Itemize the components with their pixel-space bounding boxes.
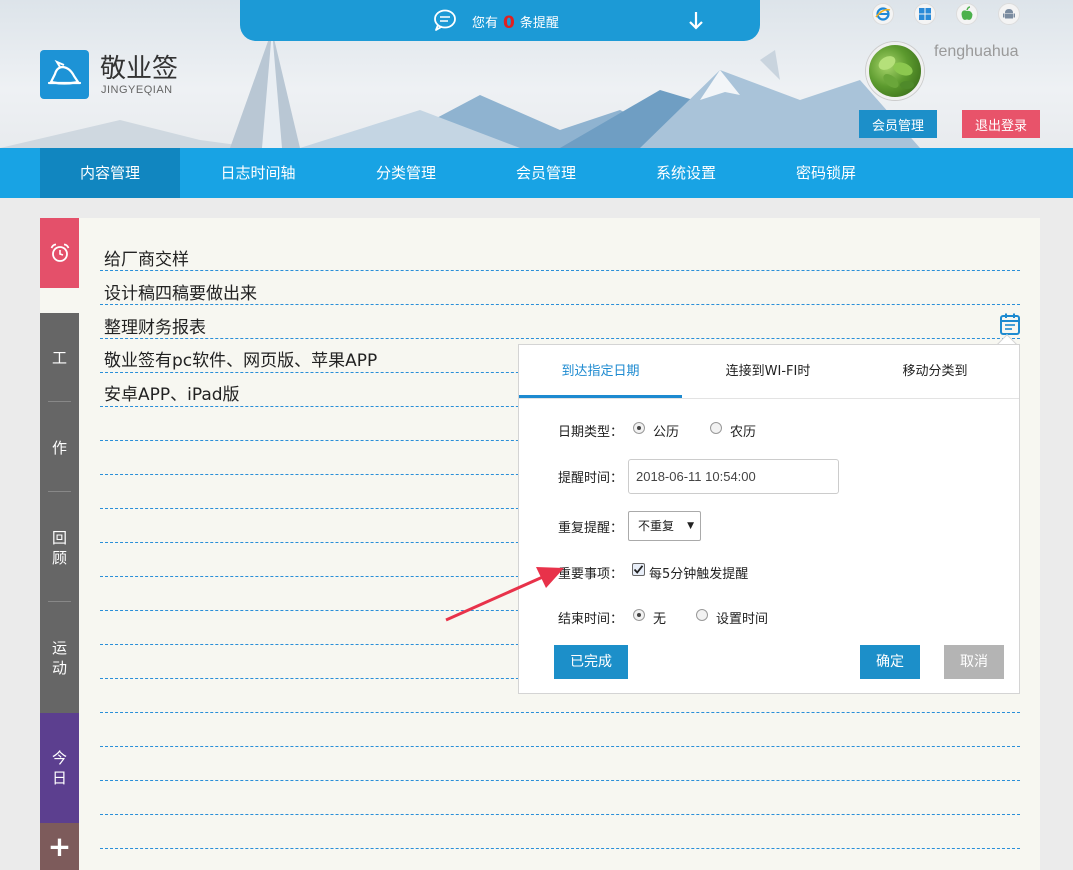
avatar[interactable] xyxy=(866,42,924,100)
nav-content-management[interactable]: 内容管理 xyxy=(40,148,180,198)
solar-calendar-label: 公历 xyxy=(653,425,680,440)
row-divider xyxy=(100,712,1020,713)
end-none-label: 无 xyxy=(653,612,667,627)
nav-log-timeline[interactable]: 日志时间轴 xyxy=(188,148,328,198)
down-arrow-icon[interactable] xyxy=(686,10,706,32)
sidebar-divider xyxy=(48,401,71,402)
reminder-suffix: 条提醒 xyxy=(519,16,559,31)
remind-time-label: 提醒时间： xyxy=(558,471,624,486)
sidebar-label-zuo: 作 xyxy=(51,439,67,457)
calendar-icon[interactable] xyxy=(999,312,1021,336)
completed-button[interactable]: 已完成 xyxy=(554,645,628,679)
ie-icon[interactable] xyxy=(872,3,894,25)
nav-member-management[interactable]: 会员管理 xyxy=(476,148,616,198)
sidebar-label-review: 回顾 xyxy=(51,529,67,567)
reminder-bar[interactable]: 您有 0 条提醒 xyxy=(240,0,760,41)
tab-specified-date[interactable]: 到达指定日期 xyxy=(519,345,682,398)
confirm-button[interactable]: 确定 xyxy=(860,645,920,679)
add-button[interactable]: + xyxy=(40,823,79,870)
cancel-button[interactable]: 取消 xyxy=(944,645,1004,679)
sidebar-reminder[interactable] xyxy=(40,218,79,288)
tab-wifi[interactable]: 连接到WI-FI时 xyxy=(685,345,851,398)
reminder-text: 您有 0 条提醒 xyxy=(472,12,559,33)
row-divider xyxy=(100,746,1020,747)
sidebar-work-review[interactable]: 工 作 回顾 运动 xyxy=(40,313,79,713)
sidebar-label-today: 今日 xyxy=(51,749,67,787)
end-set-time-label: 设置时间 xyxy=(716,612,769,627)
lunar-calendar-label: 农历 xyxy=(730,425,757,440)
radio-solar-calendar[interactable] xyxy=(633,422,645,434)
tab-divider xyxy=(519,398,1019,399)
date-type-label: 日期类型： xyxy=(558,425,624,440)
radio-end-none[interactable] xyxy=(633,609,645,621)
important-checkbox-text: 每5分钟触发提醒 xyxy=(649,567,749,582)
username: fenghuahua xyxy=(934,43,1019,60)
hat-logo-icon xyxy=(47,59,82,85)
sidebar-label-sport: 运动 xyxy=(51,639,67,677)
app-subtitle: JINGYEQIAN xyxy=(101,84,173,96)
row-divider xyxy=(100,270,1020,271)
task-item[interactable]: 整理财务报表 xyxy=(104,313,206,338)
apple-icon[interactable] xyxy=(956,3,978,25)
main-nav: 内容管理 日志时间轴 分类管理 会员管理 系统设置 密码锁屏 xyxy=(0,148,1073,198)
android-icon[interactable] xyxy=(998,3,1020,25)
header: 敬业签 JINGYEQIAN 您有 0 条提醒 fenghuahua 会员管理 … xyxy=(0,0,1073,148)
repeat-label: 重复提醒： xyxy=(558,521,624,536)
nav-category-management[interactable]: 分类管理 xyxy=(336,148,476,198)
task-item[interactable]: 敬业签有pc软件、网页版、苹果APP xyxy=(104,346,377,371)
reminder-settings-popup: 到达指定日期 连接到WI-FI时 移动分类到 日期类型： 公历 农历 提醒时间：… xyxy=(518,344,1020,694)
row-divider xyxy=(100,848,1020,849)
sidebar-label-work: 工 xyxy=(51,349,67,367)
tab-move-category[interactable]: 移动分类到 xyxy=(851,345,1019,398)
radio-lunar-calendar[interactable] xyxy=(710,422,722,434)
repeat-select[interactable]: 不重复 ▼ xyxy=(628,511,701,541)
reminder-prefix: 您有 xyxy=(472,16,499,31)
nav-system-settings[interactable]: 系统设置 xyxy=(616,148,756,198)
task-item[interactable]: 给厂商交样 xyxy=(104,245,189,270)
windows-icon[interactable] xyxy=(914,3,936,25)
task-item[interactable]: 安卓APP、iPad版 xyxy=(104,380,240,405)
chat-bubble-icon xyxy=(434,9,456,31)
repeat-select-value: 不重复 xyxy=(638,519,675,533)
row-divider xyxy=(100,304,1020,305)
row-divider xyxy=(100,814,1020,815)
alarm-clock-icon xyxy=(50,243,69,262)
checkmark-icon xyxy=(633,565,644,574)
sidebar-today[interactable]: 今日 xyxy=(40,713,79,823)
remind-time-input[interactable]: 2018-06-11 10:54:00 xyxy=(628,459,839,494)
important-checkbox[interactable] xyxy=(632,563,645,576)
nav-password-lock[interactable]: 密码锁屏 xyxy=(756,148,896,198)
task-item[interactable]: 设计稿四稿要做出来 xyxy=(104,279,257,304)
sidebar-divider xyxy=(48,491,71,492)
radio-end-set-time[interactable] xyxy=(696,609,708,621)
annotation-arrow-icon xyxy=(445,567,564,622)
row-divider xyxy=(100,780,1020,781)
member-management-button[interactable]: 会员管理 xyxy=(859,110,937,138)
app-title: 敬业签 xyxy=(100,54,179,84)
sidebar-divider xyxy=(48,601,71,602)
app-logo[interactable] xyxy=(40,50,89,99)
logout-button[interactable]: 退出登录 xyxy=(962,110,1040,138)
row-divider xyxy=(100,338,1020,339)
chevron-down-icon: ▼ xyxy=(687,521,694,531)
reminder-count: 0 xyxy=(503,13,515,33)
